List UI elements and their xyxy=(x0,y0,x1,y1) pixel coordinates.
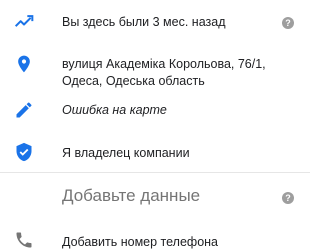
map-error-row[interactable]: Ошибка на карте xyxy=(0,100,310,124)
visited-label: Вы здесь были 3 мес. назад xyxy=(62,15,226,29)
add-phone-row[interactable]: Добавить номер телефона xyxy=(0,228,310,250)
owner-row[interactable]: Я владелец компании xyxy=(0,142,310,166)
section-title: Добавьте данные xyxy=(62,186,201,205)
trending-icon xyxy=(14,12,34,32)
address-line-1: вулиця Академіка Корольова, 76/1, xyxy=(62,57,266,71)
help-icon[interactable]: ? xyxy=(282,192,294,204)
map-error-label: Ошибка на карте xyxy=(62,103,167,117)
address-row[interactable]: вулиця Академіка Корольова, 76/1, Одеса,… xyxy=(0,50,310,90)
owner-label: Я владелец компании xyxy=(62,146,190,160)
visited-row: Вы здесь были 3 мес. назад ? xyxy=(0,10,310,34)
verified-shield-icon xyxy=(14,142,34,162)
phone-icon xyxy=(14,230,34,250)
pencil-icon xyxy=(14,100,34,120)
divider xyxy=(0,172,310,173)
address-line-2: Одеса, Одеська область xyxy=(62,74,205,88)
help-icon[interactable]: ? xyxy=(282,17,294,29)
add-phone-label: Добавить номер телефона xyxy=(62,235,218,249)
location-pin-icon xyxy=(14,54,34,74)
